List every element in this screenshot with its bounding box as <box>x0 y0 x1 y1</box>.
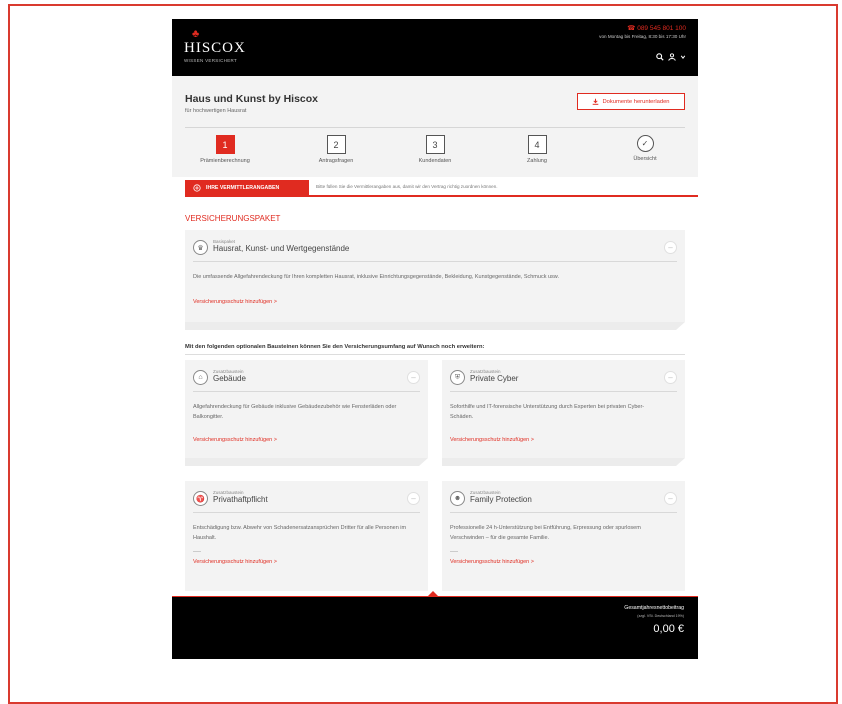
footer-accent-line <box>172 596 698 597</box>
section-title: VERSICHERUNGSPAKET <box>185 214 281 223</box>
step-label: Prämienberechnung <box>200 158 250 164</box>
card-name: Family Protection <box>470 495 532 504</box>
collapse-toggle-icon[interactable]: – <box>407 492 420 505</box>
step-number: 4 <box>527 135 547 154</box>
collapse-toggle-icon[interactable]: – <box>407 371 420 384</box>
trophy-icon: ♈ <box>193 491 208 506</box>
house-icon: ⌂ <box>193 370 208 385</box>
product-title: Haus und Kunst by Hiscox <box>185 93 319 105</box>
card-header[interactable]: ♛ Basispaket Hausrat, Kunst- und Wertgeg… <box>193 239 677 262</box>
premium-footer: Gesamtjahresnettobeitrag (zzgl. VSt. Deu… <box>172 591 698 659</box>
card-description: Die umfassende Allgefahrendeckung für Ih… <box>193 274 559 280</box>
card-footer <box>442 458 685 466</box>
card-notch <box>676 322 685 330</box>
logo-tagline: WISSEN VERSICHERT <box>184 58 238 63</box>
crown-icon: ♛ <box>193 240 208 255</box>
card-notch <box>419 458 428 466</box>
step-label: Antragsfragen <box>318 158 354 164</box>
card-description: Soforthilfe und IT-forensische Unterstüt… <box>450 404 645 420</box>
collapse-toggle-icon[interactable]: – <box>664 371 677 384</box>
separator-dash <box>193 551 201 552</box>
base-package-card: ♛ Basispaket Hausrat, Kunst- und Wertgeg… <box>185 230 685 330</box>
divider <box>185 354 685 355</box>
step-label: Kundendaten <box>418 158 452 164</box>
chevron-down-icon[interactable] <box>680 54 686 60</box>
card-name: Private Cyber <box>470 374 519 383</box>
total-label: Gesamtjahresnettobeitrag <box>624 605 684 611</box>
card-description: Professionelle 24 h-Unterstützung bei En… <box>450 525 641 541</box>
logo-name: HISCOX <box>184 40 246 56</box>
phone-number[interactable]: ☎ 089 545 801 100 <box>599 24 686 32</box>
card-header[interactable]: ☻ Zusatzbaustein Family Protection – <box>450 490 677 513</box>
add-coverage-link[interactable]: Versicherungsschutz hinzufügen > <box>193 437 277 443</box>
step-antragsfragen[interactable]: 2 Antragsfragen <box>296 135 376 164</box>
card-name: Hausrat, Kunst- und Wertgegenstände <box>213 244 350 253</box>
step-number: 1 <box>215 135 235 154</box>
steps-band: 1 Prämienberechnung 2 Antragsfragen 3 Ku… <box>172 133 698 177</box>
optional-intro: Mit den folgenden optionalen Bausteinen … <box>185 344 485 350</box>
header-icons <box>656 53 686 61</box>
card-header[interactable]: ♈ Zusatzbaustein Privathaftpflicht – <box>193 490 420 513</box>
vermittler-bar: IHRE VERMITTLERANGABEN Bitte füllen Sie … <box>185 180 698 197</box>
top-header: ♣ HISCOX WISSEN VERSICHERT ☎ 089 545 801… <box>172 19 698 76</box>
user-icon[interactable] <box>668 53 676 61</box>
vermittler-button[interactable]: IHRE VERMITTLERANGABEN <box>185 180 309 195</box>
card-name: Gebäude <box>213 374 246 383</box>
vermittler-button-label: IHRE VERMITTLERANGABEN <box>206 184 280 191</box>
family-icon: ☻ <box>450 491 465 506</box>
add-coverage-link[interactable]: Versicherungsschutz hinzufügen > <box>450 559 534 565</box>
opening-hours: von Montag bis Freitag, 8:30 bis 17:30 U… <box>599 34 686 39</box>
collapse-toggle-icon[interactable]: – <box>664 492 677 505</box>
divider <box>185 127 685 128</box>
contact-info: ☎ 089 545 801 100 von Montag bis Freitag… <box>599 24 686 39</box>
card-description: Entschädigung bzw. Abwehr von Schadeners… <box>193 525 407 541</box>
card-name: Privathaftpflicht <box>213 495 268 504</box>
add-coverage-link[interactable]: Versicherungsschutz hinzufügen > <box>193 559 277 565</box>
download-documents-button[interactable]: Dokumente herunterladen <box>577 93 685 110</box>
shield-lock-icon: ⛨ <box>450 370 465 385</box>
step-uebersicht[interactable]: ✓ Übersicht <box>605 135 685 162</box>
card-notch <box>676 458 685 466</box>
card-header[interactable]: ⌂ Zusatzbaustein Gebäude – <box>193 369 420 392</box>
vermittler-hint: Bitte füllen Sie die Vermittlerangaben a… <box>316 184 498 189</box>
addon-card-family-protection: ☻ Zusatzbaustein Family Protection – Pro… <box>442 481 685 591</box>
add-coverage-link[interactable]: Versicherungsschutz hinzufügen > <box>193 299 277 305</box>
product-subtitle: für hochwertigen Hausrat <box>185 108 247 114</box>
search-icon[interactable] <box>656 53 664 61</box>
card-description: Allgefahrendeckung für Gebäude inklusive… <box>193 404 397 420</box>
logo-mark-icon: ♣ <box>192 28 200 40</box>
add-coverage-link[interactable]: Versicherungsschutz hinzufügen > <box>450 437 534 443</box>
expand-caret-icon[interactable] <box>428 591 438 596</box>
card-header[interactable]: ⛨ Zusatzbaustein Private Cyber – <box>450 369 677 392</box>
step-label: Übersicht <box>633 156 657 162</box>
download-icon <box>593 98 599 105</box>
step-label: Zahlung <box>527 158 547 164</box>
addon-card-gebaeude: ⌂ Zusatzbaustein Gebäude – Allgefahrende… <box>185 360 428 466</box>
download-label: Dokumente herunterladen <box>602 98 670 105</box>
step-praemienberechnung[interactable]: 1 Prämienberechnung <box>185 135 265 164</box>
addon-card-privathaftpflicht: ♈ Zusatzbaustein Privathaftpflicht – Ent… <box>185 481 428 591</box>
step-number: 3 <box>425 135 445 154</box>
addon-card-private-cyber: ⛨ Zusatzbaustein Private Cyber – Soforth… <box>442 360 685 466</box>
step-kundendaten[interactable]: 3 Kundendaten <box>395 135 475 164</box>
card-footer <box>185 458 428 466</box>
progress-steps: 1 Prämienberechnung 2 Antragsfragen 3 Ku… <box>185 135 685 167</box>
hiscox-logo[interactable]: ♣ HISCOX WISSEN VERSICHERT <box>184 28 246 64</box>
step-zahlung[interactable]: 4 Zahlung <box>497 135 577 164</box>
step-number: 2 <box>326 135 346 154</box>
check-circle-icon: ✓ <box>636 135 654 152</box>
separator-dash <box>450 551 458 552</box>
collapse-toggle-icon[interactable]: – <box>664 241 677 254</box>
card-footer <box>185 322 685 330</box>
total-value: 0,00 € <box>653 623 684 635</box>
plus-circle-icon <box>193 183 201 192</box>
page: ♣ HISCOX WISSEN VERSICHERT ☎ 089 545 801… <box>172 19 698 659</box>
total-note: (zzgl. VSt. Deutschland 19%) <box>637 614 684 618</box>
